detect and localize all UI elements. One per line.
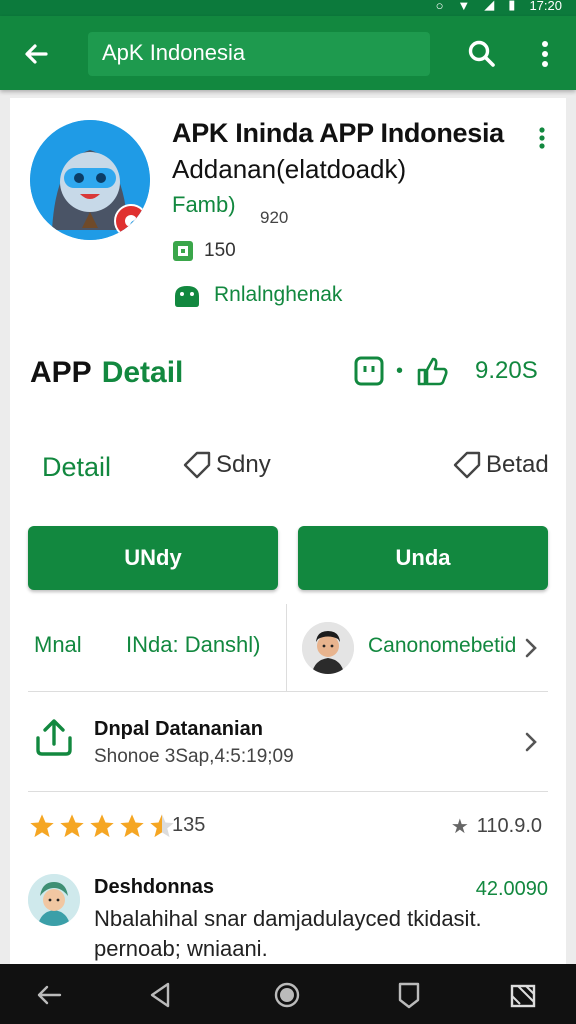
back-icon[interactable] bbox=[34, 980, 64, 1010]
update-title: Dnpal Datananian bbox=[94, 718, 263, 740]
publisher-row[interactable]: Rnlalnghenak bbox=[172, 282, 342, 308]
tab-detail[interactable]: Detail bbox=[42, 452, 111, 483]
star-rating bbox=[28, 812, 176, 840]
wifi-icon: ▼ bbox=[457, 0, 471, 13]
info-label-2[interactable]: INda: Danshl) bbox=[126, 632, 261, 658]
info-label-1[interactable]: Mnal bbox=[34, 632, 82, 658]
recents-icon[interactable] bbox=[394, 980, 424, 1010]
review-text: Nbalahihal snar damjadulayced tkidasit. … bbox=[94, 906, 482, 961]
developer-name[interactable]: Canonomebetid bbox=[368, 634, 516, 658]
more-options-icon[interactable] bbox=[536, 126, 548, 150]
triangle-back-icon[interactable] bbox=[146, 980, 176, 1010]
app-subtitle: Addanan(elatdoadk) bbox=[172, 154, 407, 184]
section-meta: • 9.20S bbox=[354, 356, 538, 386]
separator-dot: • bbox=[396, 359, 404, 382]
developer-avatar bbox=[302, 622, 354, 674]
star-small-icon: ★ bbox=[450, 816, 469, 838]
app-icon bbox=[30, 120, 150, 240]
tag-icon bbox=[453, 451, 481, 479]
star-filled-icon bbox=[60, 814, 84, 838]
review-item: Deshdonnas 42.0090 Nbalahihal snar damja… bbox=[28, 872, 548, 964]
rating-count: 150 bbox=[204, 240, 236, 261]
person-avatar-icon bbox=[28, 874, 80, 926]
chevron-right-icon[interactable] bbox=[522, 636, 540, 660]
status-time: 17:20 bbox=[529, 0, 562, 13]
star-filled-icon bbox=[90, 814, 114, 838]
chat-box-icon[interactable] bbox=[354, 356, 384, 386]
family-label: Famb) bbox=[172, 192, 236, 217]
reviewer-avatar bbox=[28, 874, 80, 926]
update-row[interactable]: Dnpal Datananian Shonoe 3Sap,4:5:19;09 bbox=[28, 692, 548, 792]
status-bar: ○ ▼ ◢ ▮ 17:20 bbox=[0, 0, 576, 16]
tab-share[interactable]: Sdny bbox=[182, 450, 271, 480]
content-rating-icon bbox=[173, 241, 193, 261]
review-number: 42.0090 bbox=[475, 878, 548, 900]
section-value: 9.20S bbox=[475, 357, 538, 384]
chevron-right-icon[interactable] bbox=[522, 730, 540, 754]
tag-icon bbox=[183, 451, 211, 479]
info-row: Mnal INda: Danshl) Canonomebetid bbox=[28, 604, 548, 692]
rating-score: ★ 110.9.0 bbox=[451, 814, 542, 839]
signal-icon: ◢ bbox=[484, 0, 495, 12]
content-rating: 150 bbox=[172, 240, 236, 262]
download-count: 920 bbox=[260, 208, 289, 227]
person-avatar-icon bbox=[302, 622, 354, 674]
section-title-detail: Detail bbox=[101, 356, 184, 389]
upload-icon bbox=[36, 719, 72, 756]
search-icon[interactable] bbox=[466, 38, 498, 70]
divider bbox=[286, 604, 287, 692]
thumbs-up-icon[interactable] bbox=[415, 356, 449, 386]
primary-button[interactable]: UNdy bbox=[28, 526, 278, 590]
rating-score-value: 110.9.0 bbox=[476, 815, 542, 837]
tab-betad-label: Betad bbox=[486, 451, 549, 478]
app-bar: ApK Indonesia bbox=[0, 16, 576, 90]
badge-icon bbox=[114, 204, 148, 238]
tab-betad[interactable]: Betad bbox=[452, 450, 549, 480]
home-icon[interactable] bbox=[272, 980, 302, 1010]
app-name: APK Ininda APP Indonesia bbox=[172, 118, 504, 148]
publisher-name[interactable]: Rnlalnghenak bbox=[214, 283, 342, 307]
more-vert-icon[interactable] bbox=[530, 38, 560, 70]
battery-icon: ▮ bbox=[508, 0, 516, 12]
back-arrow-icon[interactable] bbox=[20, 38, 52, 70]
secondary-button[interactable]: Unda bbox=[298, 526, 548, 590]
update-subtitle: Shonoe 3Sap,4:5:19;09 bbox=[94, 746, 294, 767]
system-nav-bar bbox=[0, 964, 576, 1024]
alarm-icon: ○ bbox=[435, 0, 444, 13]
star-filled-icon bbox=[30, 814, 54, 838]
screenshot-icon[interactable] bbox=[508, 980, 538, 1010]
android-icon bbox=[175, 286, 199, 307]
star-filled-icon bbox=[120, 814, 144, 838]
rating-count-label: 135 bbox=[172, 814, 206, 836]
section-title-app: APP bbox=[30, 356, 92, 389]
reviewer-name: Deshdonnas bbox=[94, 876, 215, 898]
section-title: APP Detail bbox=[30, 356, 183, 390]
tab-share-label: Sdny bbox=[216, 451, 271, 478]
ratings-row: 135 ★ 110.9.0 bbox=[28, 806, 548, 846]
appbar-title[interactable]: ApK Indonesia bbox=[102, 40, 245, 66]
